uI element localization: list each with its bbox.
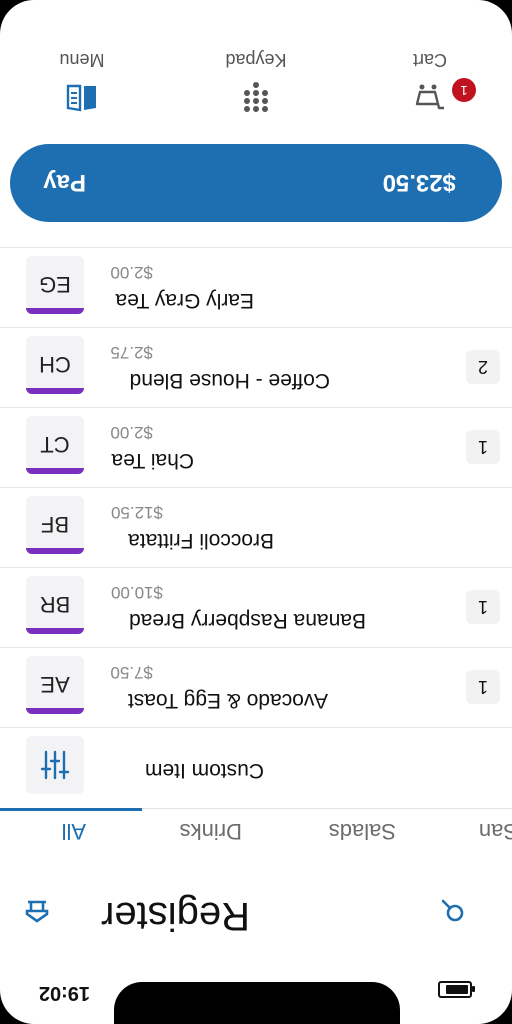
item-name: Broccoli Frittata [128, 529, 274, 552]
pay-amount: $23.50 [382, 169, 456, 196]
tab-sandwiches[interactable]: San [479, 818, 512, 844]
item-avatar: BF [26, 496, 84, 554]
item-avatar: AE [26, 656, 84, 714]
tab-drinks[interactable]: Drinks [180, 818, 242, 844]
pay-button[interactable]: Pay $23.50 [10, 144, 502, 222]
item-name: Banana Raspberry Bread [129, 609, 366, 632]
item-quantity: 2 [466, 350, 500, 384]
item-name: Coffee - House Blend [129, 369, 330, 392]
avatar-color-bar [26, 548, 84, 554]
avatar-color-bar [26, 388, 84, 394]
list-item[interactable]: EG Early Gray Tea $2.00 [0, 247, 512, 328]
item-code: CH [39, 352, 71, 377]
avatar-color-bar [26, 468, 84, 474]
avatar-color-bar [26, 308, 84, 314]
item-quantity: 1 [466, 590, 500, 624]
nav-cart[interactable]: 1 Cart [370, 36, 490, 126]
list-item[interactable]: BF Broccoli Frittata $12.50 [0, 487, 512, 568]
nav-keypad[interactable]: Keypad [196, 36, 316, 126]
avatar-color-bar [26, 708, 84, 714]
list-item[interactable]: AE Avocado & Egg Toast $7.50 1 [0, 647, 512, 728]
item-name: Avocado & Egg Toast [127, 689, 328, 712]
item-name: Early Gray Tea [115, 289, 255, 312]
register-icon[interactable] [24, 898, 50, 924]
phone-screen: 19:02 Register All Drinks Salads San [0, 0, 512, 1024]
nav-menu-label: Menu [59, 50, 105, 70]
list-item[interactable]: CH Coffee - House Blend $2.75 2 [0, 327, 512, 408]
item-avatar: EG [26, 256, 84, 314]
list-item[interactable]: BR Banana Raspberry Bread $10.00 1 [0, 567, 512, 648]
item-avatar: CT [26, 416, 84, 474]
keypad-icon [244, 82, 268, 112]
status-time: 19:02 [38, 982, 90, 1004]
item-price: $7.50 [110, 663, 153, 682]
item-code: CT [40, 432, 70, 457]
nav-menu[interactable]: Menu [22, 36, 142, 126]
item-code: BR [39, 592, 71, 617]
item-quantity: 1 [466, 430, 500, 464]
pay-label: Pay [43, 169, 86, 196]
item-code: EG [39, 272, 71, 297]
cart-badge: 1 [452, 78, 476, 102]
item-price: $2.75 [110, 343, 153, 362]
list-item-custom[interactable]: Custom Item [0, 727, 512, 808]
sliders-icon [40, 750, 70, 780]
item-name: Custom Item [144, 759, 264, 782]
tab-salads[interactable]: Salads [329, 818, 396, 844]
tab-all[interactable]: All [62, 818, 86, 844]
nav-cart-label: Cart [413, 50, 448, 70]
book-icon [66, 84, 96, 112]
status-bar: 19:02 [0, 968, 512, 1024]
search-icon[interactable] [440, 898, 466, 924]
battery-icon [438, 981, 472, 998]
avatar-color-bar [26, 628, 84, 634]
cart-icon [415, 84, 444, 110]
item-price: $12.50 [111, 503, 163, 522]
item-price: $10.00 [111, 583, 163, 602]
list-item[interactable]: CT Chai Tea $2.00 1 [0, 407, 512, 488]
item-code: AE [40, 672, 70, 697]
item-price: $2.00 [110, 263, 153, 282]
custom-item-avatar [26, 736, 84, 794]
item-quantity: 1 [466, 670, 500, 704]
page-title: Register [101, 894, 250, 938]
item-price: $2.00 [110, 423, 153, 442]
header [0, 884, 512, 954]
notch [114, 982, 400, 1024]
item-name: Chai Tea [111, 449, 194, 472]
active-tab-indicator [0, 808, 142, 811]
item-avatar: CH [26, 336, 84, 394]
nav-keypad-label: Keypad [225, 50, 287, 70]
item-code: BF [40, 512, 70, 537]
item-avatar: BR [26, 576, 84, 634]
